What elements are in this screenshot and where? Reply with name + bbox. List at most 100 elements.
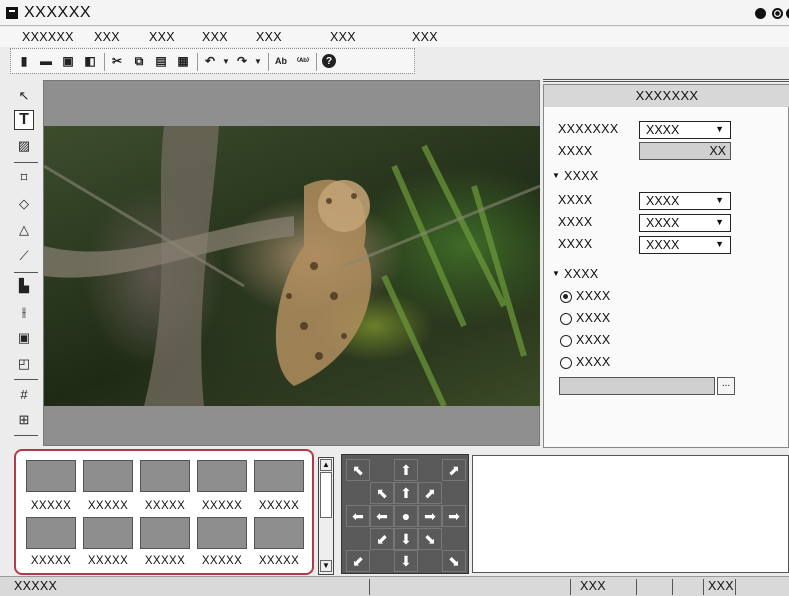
template-label: XXXXX <box>30 500 72 512</box>
collapse-icon[interactable]: ▼ <box>552 171 560 180</box>
redo-dropdown-icon[interactable]: ▼ <box>251 54 265 68</box>
copy-icon[interactable]: ⧉ <box>132 54 146 68</box>
scroll-down-icon[interactable]: ▼ <box>320 560 332 572</box>
arrow-left-icon[interactable]: ⬅ <box>346 505 370 527</box>
arrow-up-left-small-icon[interactable]: ⬉ <box>370 482 394 504</box>
radio-label-2: XXXX <box>576 311 611 325</box>
template-label: XXXXX <box>258 555 300 567</box>
preview-image <box>44 126 540 406</box>
tool-separator <box>14 162 38 163</box>
field1-label: XXXXXXX <box>558 122 619 136</box>
triangle-icon[interactable]: △ <box>14 220 34 240</box>
radio-option-1[interactable] <box>560 291 572 303</box>
template-thumbnail[interactable] <box>140 460 190 492</box>
align-icon[interactable]: ▙ <box>14 276 34 296</box>
arrow-down-right-icon[interactable]: ⬊ <box>442 550 466 572</box>
layer-icon[interactable]: ▣ <box>14 328 34 348</box>
arrow-right-icon[interactable]: ➡ <box>442 505 466 527</box>
section1-title: XXXX <box>564 169 599 183</box>
menu-item-3[interactable]: XXX <box>202 30 228 44</box>
field2-input[interactable]: XX <box>639 142 731 160</box>
template-thumbnail[interactable] <box>254 517 304 549</box>
arrow-right-small-icon[interactable]: ➡ <box>418 505 442 527</box>
arrow-up-right-icon[interactable]: ⬈ <box>442 459 466 481</box>
chevron-down-icon: ▼ <box>715 217 724 227</box>
app-icon <box>6 7 18 19</box>
paste-icon[interactable]: ▤ <box>154 54 168 68</box>
row3-dropdown[interactable]: XXXX ▼ <box>639 236 731 254</box>
radio-option-3[interactable] <box>560 335 572 347</box>
template-thumbnail[interactable] <box>83 517 133 549</box>
help-icon[interactable]: ? <box>322 54 336 68</box>
clipboard-icon[interactable]: ▦ <box>176 54 190 68</box>
template-thumbnail[interactable] <box>197 517 247 549</box>
undo-icon[interactable]: ↶ <box>203 54 217 68</box>
template-thumbnail[interactable] <box>83 460 133 492</box>
scrollbar-thumb[interactable] <box>320 472 332 518</box>
arrow-down-left-small-icon[interactable]: ⬋ <box>370 528 394 550</box>
text-icon[interactable]: T <box>14 110 34 130</box>
radio-label-1: XXXX <box>576 289 611 303</box>
maximize-icon[interactable] <box>772 8 783 19</box>
arrow-down-right-small-icon[interactable]: ⬊ <box>418 528 442 550</box>
template-thumbnail[interactable] <box>254 460 304 492</box>
redo-icon[interactable]: ↷ <box>235 54 249 68</box>
menu-item-5[interactable]: XXX <box>330 30 356 44</box>
center-dot-icon[interactable]: ● <box>394 505 418 527</box>
tool-separator <box>14 435 38 436</box>
arrow-left-small-icon[interactable]: ⬅ <box>370 505 394 527</box>
text-format-icon[interactable]: ⁽ᴬᵇ⁾ <box>296 54 310 68</box>
grid-icon[interactable]: # <box>14 384 34 404</box>
template-label: XXXXX <box>258 500 300 512</box>
menu-item-1[interactable]: XXX <box>94 30 120 44</box>
menu-bar: XXXXXX XXX XXX XXX XXX XXX XXX <box>0 27 789 47</box>
undo-dropdown-icon[interactable]: ▼ <box>219 54 233 68</box>
radio-option-4[interactable] <box>560 357 572 369</box>
save-as-icon[interactable]: ◧ <box>83 54 97 68</box>
safe-area-icon[interactable]: ⊞ <box>14 410 34 430</box>
template-thumbnail[interactable] <box>140 517 190 549</box>
template-scrollbar[interactable]: ▲ ▼ <box>318 457 334 575</box>
template-thumbnail[interactable] <box>197 460 247 492</box>
rectangle-icon[interactable]: ⌑ <box>14 168 34 188</box>
arrange-icon[interactable]: ◰ <box>14 354 34 374</box>
menu-item-0[interactable]: XXXXXX <box>22 30 74 44</box>
browse-button[interactable]: ... <box>717 377 735 395</box>
radio-option-2[interactable] <box>560 313 572 325</box>
arrow-up-small-icon[interactable]: ⬆ <box>394 482 418 504</box>
menu-item-4[interactable]: XXX <box>256 30 282 44</box>
row3-value: XXXX <box>646 238 680 252</box>
arrow-down-small-icon[interactable]: ⬇ <box>394 528 418 550</box>
cut-icon[interactable]: ✂ <box>110 54 124 68</box>
arrow-up-left-icon[interactable]: ⬉ <box>346 459 370 481</box>
open-icon[interactable]: ▬ <box>39 54 53 68</box>
arrow-up-icon[interactable]: ⬆ <box>394 459 418 481</box>
menu-item-6[interactable]: XXX <box>412 30 438 44</box>
status-separator <box>672 579 673 595</box>
distribute-icon[interactable]: ⫲ <box>14 302 34 322</box>
arrow-down-icon[interactable]: ⬇ <box>394 550 418 572</box>
scroll-up-icon[interactable]: ▲ <box>320 459 332 471</box>
text-replace-icon[interactable]: Ab <box>274 54 288 68</box>
select-icon[interactable]: ↖ <box>14 86 34 106</box>
file-path-input[interactable] <box>559 377 715 395</box>
arrow-up-right-small-icon[interactable]: ⬈ <box>418 482 442 504</box>
row1-dropdown[interactable]: XXXX ▼ <box>639 192 731 210</box>
new-icon[interactable]: ▮ <box>17 54 31 68</box>
template-thumbnail[interactable] <box>26 460 76 492</box>
template-label: XXXXX <box>30 555 72 567</box>
status-bar: XXXXX XXX XXX <box>0 576 789 596</box>
collapse-icon[interactable]: ▼ <box>552 269 560 278</box>
arrow-down-left-icon[interactable]: ⬋ <box>346 550 370 572</box>
row2-dropdown[interactable]: XXXX ▼ <box>639 214 731 232</box>
menu-item-2[interactable]: XXX <box>149 30 175 44</box>
field1-dropdown[interactable]: XXXX ▼ <box>639 121 731 139</box>
save-icon[interactable]: ▣ <box>61 54 75 68</box>
ellipse-icon[interactable]: ◇ <box>14 194 34 214</box>
panel-grip[interactable] <box>543 79 789 82</box>
template-thumbnail[interactable] <box>26 517 76 549</box>
line-icon[interactable]: ⟋ <box>14 246 34 266</box>
image-icon[interactable]: ▨ <box>14 136 34 156</box>
status-separator <box>703 579 704 595</box>
minimize-icon[interactable] <box>755 8 766 19</box>
